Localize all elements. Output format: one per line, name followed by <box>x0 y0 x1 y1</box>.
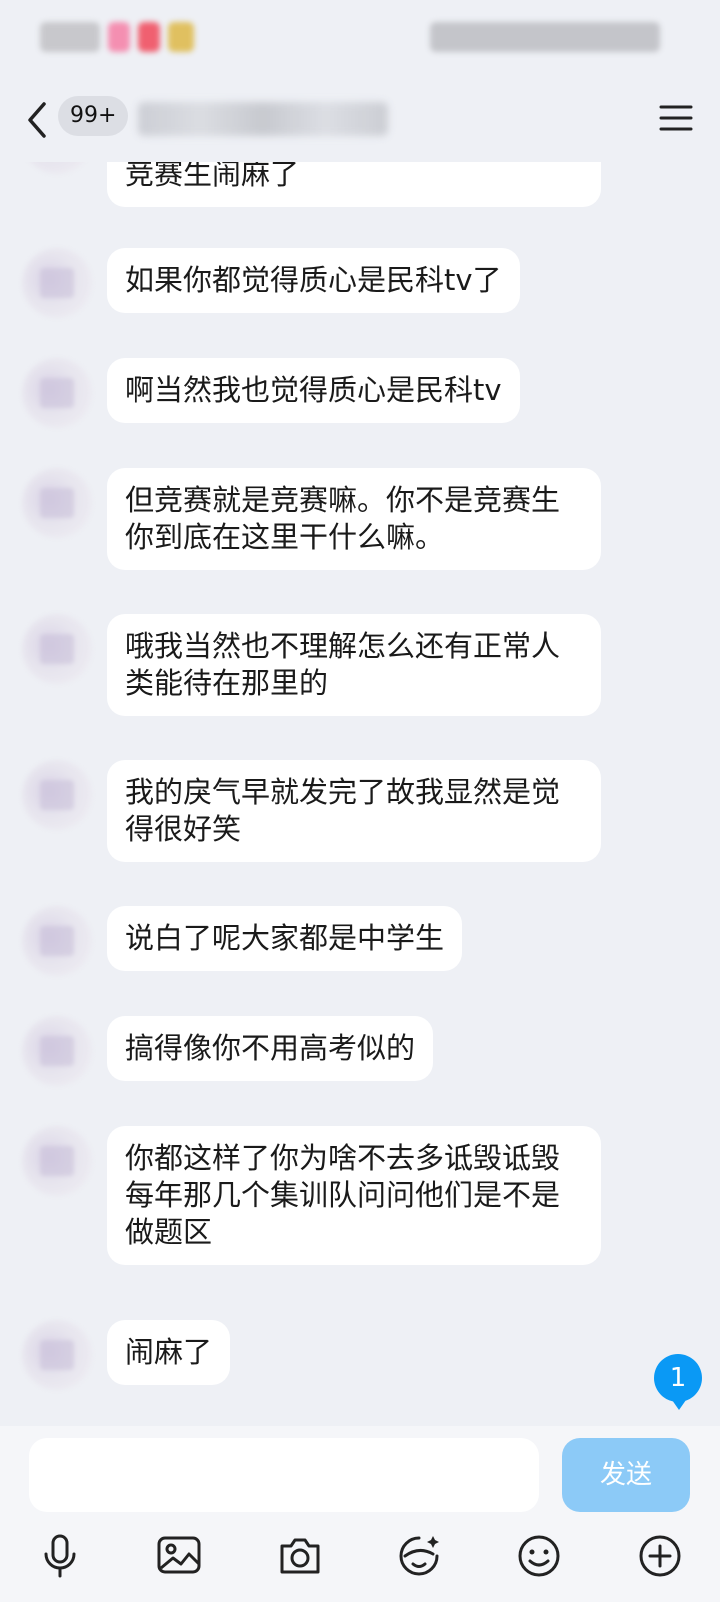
avatar[interactable] <box>22 906 92 976</box>
status-blur-left <box>40 22 100 52</box>
message-bubble[interactable]: 你都这样了你为啥不去多诋毁诋毁每年那几个集训队问问他们是不是做题区 <box>107 1126 601 1265</box>
back-button[interactable] <box>22 100 52 140</box>
plus-icon[interactable] <box>636 1532 684 1580</box>
message-bubble[interactable]: 哦我当然也不理解怎么还有正常人类能待在那里的 <box>107 614 601 716</box>
hamburger-menu-icon <box>659 105 693 131</box>
emoji-icon[interactable] <box>515 1532 563 1580</box>
new-message-badge[interactable]: 1 <box>654 1354 702 1410</box>
message-bubble[interactable]: 闹麻了 <box>107 1320 231 1385</box>
status-blur-yellow <box>168 22 194 52</box>
status-blur-red <box>138 22 160 52</box>
message-bubble[interactable]: 如果你都觉得质心是民科tv了 <box>107 248 520 313</box>
avatar[interactable] <box>22 358 92 428</box>
avatar[interactable] <box>22 468 92 538</box>
chevron-left-icon <box>28 102 46 138</box>
avatar[interactable] <box>22 1126 92 1196</box>
chat-header: 99+ <box>0 80 720 162</box>
avatar[interactable] <box>22 1320 92 1390</box>
microphone-icon[interactable] <box>36 1532 84 1580</box>
image-icon[interactable] <box>155 1532 203 1580</box>
input-area: 发送 <box>0 1426 720 1602</box>
send-button[interactable]: 发送 <box>562 1438 690 1512</box>
avatar[interactable] <box>22 162 92 174</box>
message-bubble[interactable]: 说白了呢大家都是中学生 <box>107 906 463 971</box>
message-bubble[interactable]: 但竞赛就是竞赛嘛。你不是竞赛生你到底在这里干什么嘛。 <box>107 468 601 570</box>
message-list[interactable]: 竞赛生闹麻了 如果你都觉得质心是民科tv了 啊当然我也觉得质心是民科tv 但竞赛… <box>0 162 720 1426</box>
message-input[interactable] <box>29 1438 539 1512</box>
status-bar <box>0 0 720 80</box>
menu-button[interactable] <box>658 100 694 136</box>
chat-title-redacted <box>138 102 388 136</box>
message-bubble[interactable]: 啊当然我也觉得质心是民科tv <box>107 358 520 423</box>
status-blur-pink <box>108 22 130 52</box>
sticker-icon[interactable] <box>395 1532 443 1580</box>
message-bubble[interactable]: 搞得像你不用高考似的 <box>107 1016 434 1081</box>
avatar[interactable] <box>22 1016 92 1086</box>
avatar[interactable] <box>22 248 92 318</box>
message-bubble[interactable]: 竞赛生闹麻了 <box>107 162 601 207</box>
camera-icon[interactable] <box>276 1532 324 1580</box>
avatar[interactable] <box>22 760 92 830</box>
avatar[interactable] <box>22 614 92 684</box>
status-blur-right <box>430 22 660 52</box>
message-bubble[interactable]: 我的戾气早就发完了故我显然是觉得很好笑 <box>107 760 601 862</box>
unread-count-badge[interactable]: 99+ <box>58 96 129 136</box>
